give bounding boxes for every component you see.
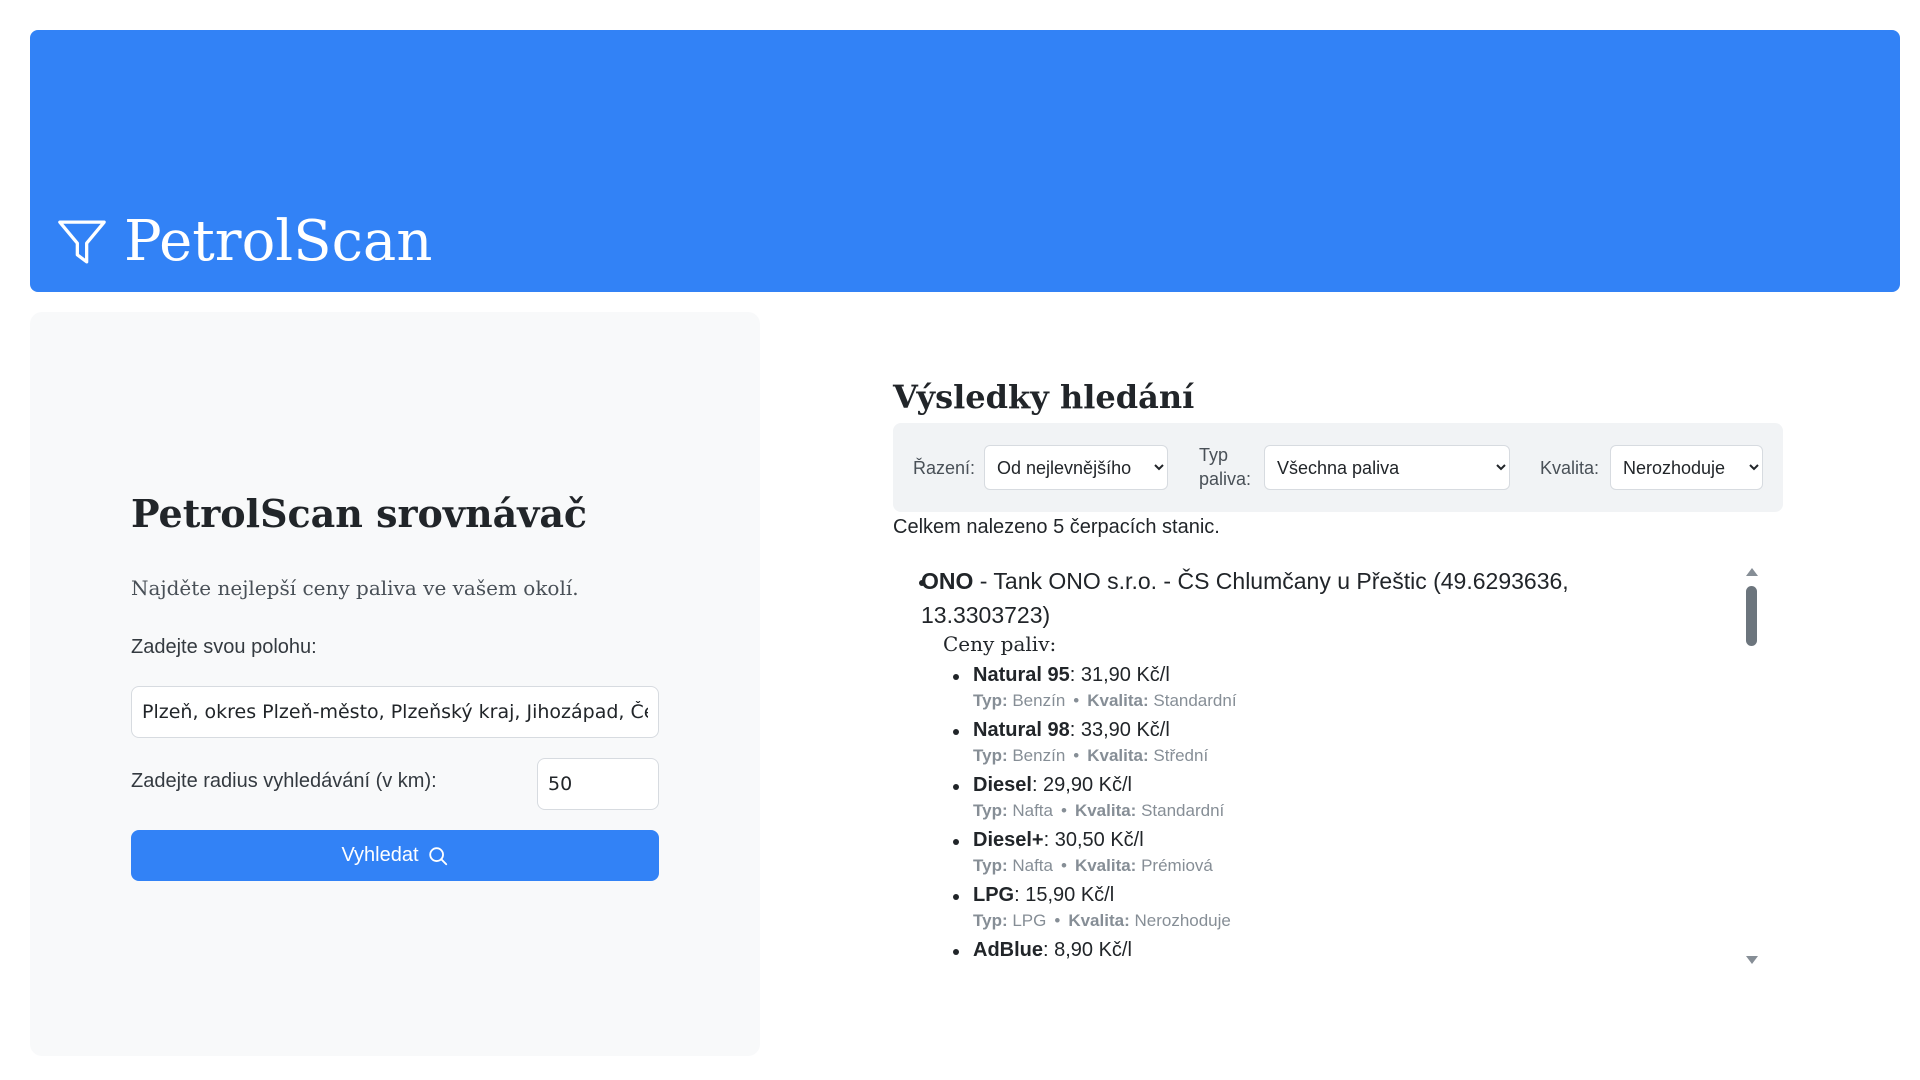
radius-input[interactable] (537, 758, 659, 810)
fuel-quality: Prémiová (1136, 856, 1213, 875)
fuel-type-prefix: Typ: (973, 746, 1008, 765)
scroll-up-arrow-icon[interactable] (1746, 568, 1758, 576)
fuel-price: : 33,90 Kč/l (1069, 719, 1170, 741)
search-icon (428, 846, 447, 865)
quality-select[interactable]: Nerozhoduje (1610, 445, 1763, 490)
fuel-quality-prefix: Kvalita: (1087, 746, 1149, 765)
station-brand: ONO (921, 568, 974, 594)
fuel-type: Nafta (1007, 856, 1053, 875)
prices-label: Ceny paliv: (943, 632, 1057, 656)
fuel-type: LPG (1007, 911, 1047, 930)
app-title: PetrolScan (124, 209, 433, 274)
brand[interactable]: PetrolScan (54, 210, 432, 274)
search-panel-title: PetrolScan srovnávač (131, 491, 588, 536)
search-button-label: Vyhledat (341, 844, 419, 866)
fuel-name: Diesel (973, 774, 1032, 796)
list-bullet (953, 784, 959, 790)
radius-label: Zadejte radius vyhledávání (v km): (131, 770, 437, 792)
results-scrollbar[interactable] (1744, 566, 1760, 966)
fuel-item: LPG: 15,90 Kč/l Typ: LPG • Kvalita: Nerozh… (953, 881, 1573, 936)
fuel-item: AdBlue: 8,90 Kč/l (953, 936, 1573, 970)
fuel-type-prefix: Typ: (973, 691, 1008, 710)
fuel-quality: Standardní (1136, 801, 1225, 820)
fuel-list: Natural 95: 31,90 Kč/l Typ: Benzín • Kvali… (953, 661, 1573, 970)
sort-select[interactable]: Od nejlevnějšího (984, 445, 1168, 490)
search-button[interactable]: Vyhledat (131, 830, 659, 881)
list-bullet (953, 839, 959, 845)
fuel-price: : 30,50 Kč/l (1043, 829, 1144, 851)
list-bullet (953, 894, 959, 900)
funnel-icon (58, 220, 106, 264)
fuel-price: : 15,90 Kč/l (1014, 884, 1115, 906)
fuel-type-prefix: Typ: (973, 856, 1008, 875)
results-list[interactable]: ONO - Tank ONO s.r.o. - ČS Chlumčany u P… (893, 558, 1773, 970)
scroll-thumb[interactable] (1746, 586, 1757, 646)
fuel-quality: Střední (1148, 746, 1209, 765)
fuel-item: Natural 98: 33,90 Kč/l Typ: Benzín • Kvali… (953, 716, 1573, 771)
fuel-item: Diesel+: 30,50 Kč/l Typ: Nafta • Kvalita: … (953, 826, 1573, 881)
fuel-item: Natural 95: 31,90 Kč/l Typ: Benzín • Kvali… (953, 661, 1573, 716)
fuel-name: LPG (973, 884, 1015, 906)
fuel-price: : 29,90 Kč/l (1031, 774, 1132, 796)
results-title: Výsledky hledání (893, 378, 1195, 416)
fuel-type: Benzín (1007, 746, 1066, 765)
fuel-quality-prefix: Kvalita: (1074, 856, 1137, 875)
fuel-name: Natural 95 (973, 664, 1070, 686)
filter-bar: Řazení: Od nejlevnějšího Typ paliva: Vše… (893, 423, 1783, 512)
location-label: Zadejte svou polohu: (131, 636, 317, 658)
fuel-type-prefix: Typ: (973, 911, 1008, 930)
fuel-type-select[interactable]: Všechna paliva (1264, 445, 1510, 490)
fuel-type-label: Typ paliva: (1199, 445, 1252, 489)
fuel-quality: Nerozhoduje (1129, 911, 1231, 930)
list-bullet (953, 674, 959, 680)
results-count: Celkem nalezeno 5 čerpacích stanic. (893, 516, 1220, 538)
app-header: PetrolScan (30, 30, 1900, 292)
fuel-name: AdBlue (973, 939, 1043, 961)
fuel-type-prefix: Typ: (973, 801, 1008, 820)
fuel-quality-prefix: Kvalita: (1087, 691, 1149, 710)
fuel-name: Natural 98 (973, 719, 1070, 741)
search-panel: PetrolScan srovnávač Najděte nejlepší ce… (30, 312, 760, 1056)
fuel-quality: Standardní (1148, 691, 1237, 710)
search-panel-description: Najděte nejlepší ceny paliva ve vašem ok… (131, 576, 579, 600)
fuel-price: : 31,90 Kč/l (1069, 664, 1170, 686)
scroll-down-arrow-icon[interactable] (1746, 956, 1758, 964)
list-bullet (953, 949, 959, 955)
fuel-price: : 8,90 Kč/l (1043, 939, 1132, 961)
fuel-name: Diesel+ (973, 829, 1044, 851)
fuel-quality-prefix: Kvalita: (1068, 911, 1130, 930)
fuel-type: Benzín (1007, 691, 1066, 710)
fuel-type: Nafta (1007, 801, 1053, 820)
station-details: - Tank ONO s.r.o. - ČS Chlumčany u Přešt… (921, 568, 1569, 628)
fuel-item: Diesel: 29,90 Kč/l Typ: Nafta • Kvalita: S… (953, 771, 1573, 826)
sort-label: Řazení: (913, 458, 976, 478)
station-item: ONO - Tank ONO s.r.o. - ČS Chlumčany u P… (921, 564, 1631, 632)
quality-label: Kvalita: (1540, 458, 1600, 478)
list-bullet (953, 729, 959, 735)
fuel-quality-prefix: Kvalita: (1074, 801, 1137, 820)
location-input[interactable] (131, 686, 659, 738)
